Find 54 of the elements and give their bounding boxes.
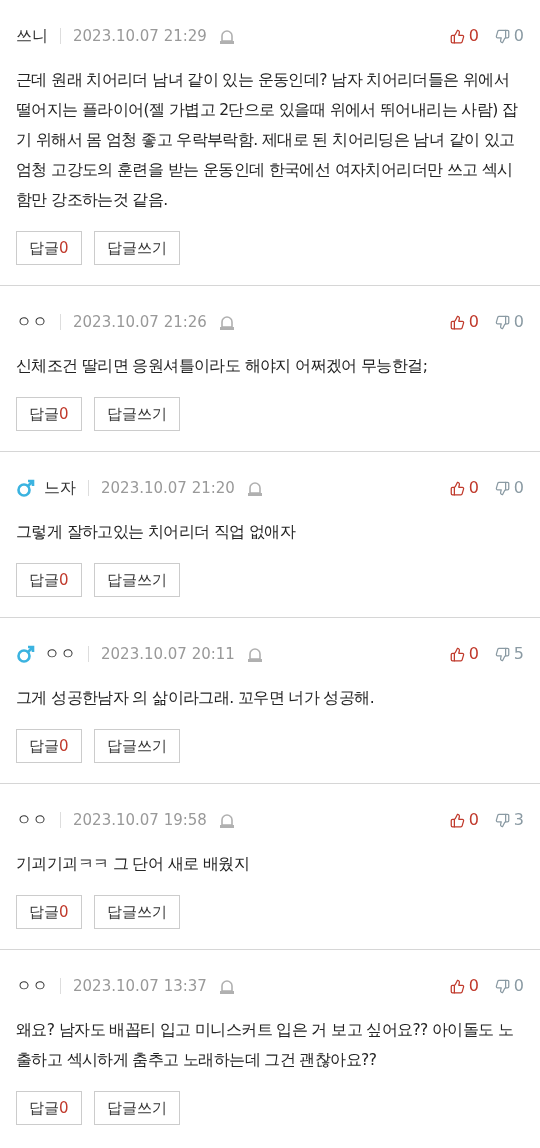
like-button[interactable]: 0 xyxy=(449,974,479,998)
thumbs-up-icon xyxy=(449,978,465,994)
write-reply-button[interactable]: 답글쓰기 xyxy=(93,563,180,597)
like-button[interactable]: 0 xyxy=(449,476,479,500)
siren-icon[interactable] xyxy=(218,313,235,331)
author-name: ㅇㅇ xyxy=(16,311,48,333)
comment-text: 근데 원래 치어리더 남녀 같이 있는 운동인데? 남자 치어리더들은 위에서 떨어지는 플라이어(젤 가볍고 2단으로 있을때 위에서 뛰어내리는 사람) 잡기 위해서 몸 엄청 좋고 우락부락함. 제대로 된 치어리딩은 남녀 같이 있고 엄청 고강도의 훈련을 받는 운동인데 한국에선 여자치어리더만 쓰고 섹시함만 강조하는것 같음. xyxy=(16,70,519,211)
like-button[interactable]: 0 xyxy=(449,310,479,334)
write-reply-button[interactable]: 답글쓰기 xyxy=(93,1091,180,1125)
comment-date: 2023.10.07 19:58 xyxy=(73,809,207,831)
thumbs-up-icon xyxy=(449,812,465,828)
write-reply-button[interactable]: 답글쓰기 xyxy=(93,397,180,431)
thumbs-down-icon xyxy=(494,28,510,44)
siren-icon[interactable] xyxy=(246,645,263,663)
comment-date: 2023.10.07 21:29 xyxy=(73,25,207,47)
comment-text: 그게 성공한남자 의 삶이라그래. 꼬우면 너가 성공해. xyxy=(16,688,376,709)
author-name: ㅇㅇ xyxy=(16,975,48,997)
write-reply-button[interactable]: 답글쓰기 xyxy=(93,895,180,929)
comment-text: 기괴기괴ㅋㅋ 그 단어 새로 배웠지 xyxy=(16,854,250,875)
thumbs-down-icon xyxy=(494,978,510,994)
author-name: ㅇㅇ xyxy=(44,643,76,665)
author-name: ㅇㅇ xyxy=(16,809,48,831)
thumbs-down-icon xyxy=(494,646,510,662)
comment-text: 신체조건 딸리면 응원셔틀이라도 해야지 어쩌겠어 무능한걸; xyxy=(16,356,429,377)
thumbs-up-icon xyxy=(449,646,465,662)
write-reply-button[interactable]: 답글쓰기 xyxy=(93,231,180,265)
author-name: 쓰니 xyxy=(16,25,48,47)
thumbs-down-icon xyxy=(494,480,510,496)
like-button[interactable]: 0 xyxy=(449,642,479,666)
comment-date: 2023.10.07 13:37 xyxy=(73,975,207,997)
siren-icon[interactable] xyxy=(218,27,235,45)
comment-text: 왜요? 남자도 배꼽티 입고 미니스커트 입은 거 보고 싶어요?? 아이돌도 노출하고 섹시하게 춤추고 노래하는데 그건 괜찮아요?? xyxy=(16,1020,515,1071)
reply-count-button[interactable]: 답글0 xyxy=(16,397,82,431)
reply-count-button[interactable]: 답글0 xyxy=(16,1091,82,1125)
siren-icon[interactable] xyxy=(218,811,235,829)
thumbs-up-icon xyxy=(449,480,465,496)
thumbs-down-icon xyxy=(494,314,510,330)
like-button[interactable]: 0 xyxy=(449,24,479,48)
thumbs-up-icon xyxy=(449,28,465,44)
reply-count-button[interactable]: 답글0 xyxy=(16,895,82,929)
reply-count-button[interactable]: 답글0 xyxy=(16,563,82,597)
comment-date: 2023.10.07 20:11 xyxy=(101,643,235,665)
like-button[interactable]: 0 xyxy=(449,808,479,832)
thumbs-up-icon xyxy=(449,314,465,330)
comment-date: 2023.10.07 21:26 xyxy=(73,311,207,333)
reply-count-button[interactable]: 답글0 xyxy=(16,729,82,763)
siren-icon[interactable] xyxy=(246,479,263,497)
comment-date: 2023.10.07 21:20 xyxy=(101,477,235,499)
comment-text: 그렇게 잘하고있는 치어리더 직업 없애자 xyxy=(16,522,297,543)
siren-icon[interactable] xyxy=(218,977,235,995)
write-reply-button[interactable]: 답글쓰기 xyxy=(93,729,180,763)
author-name: 느자 xyxy=(44,477,76,499)
thumbs-down-icon xyxy=(494,812,510,828)
reply-count-button[interactable]: 답글0 xyxy=(16,231,82,265)
